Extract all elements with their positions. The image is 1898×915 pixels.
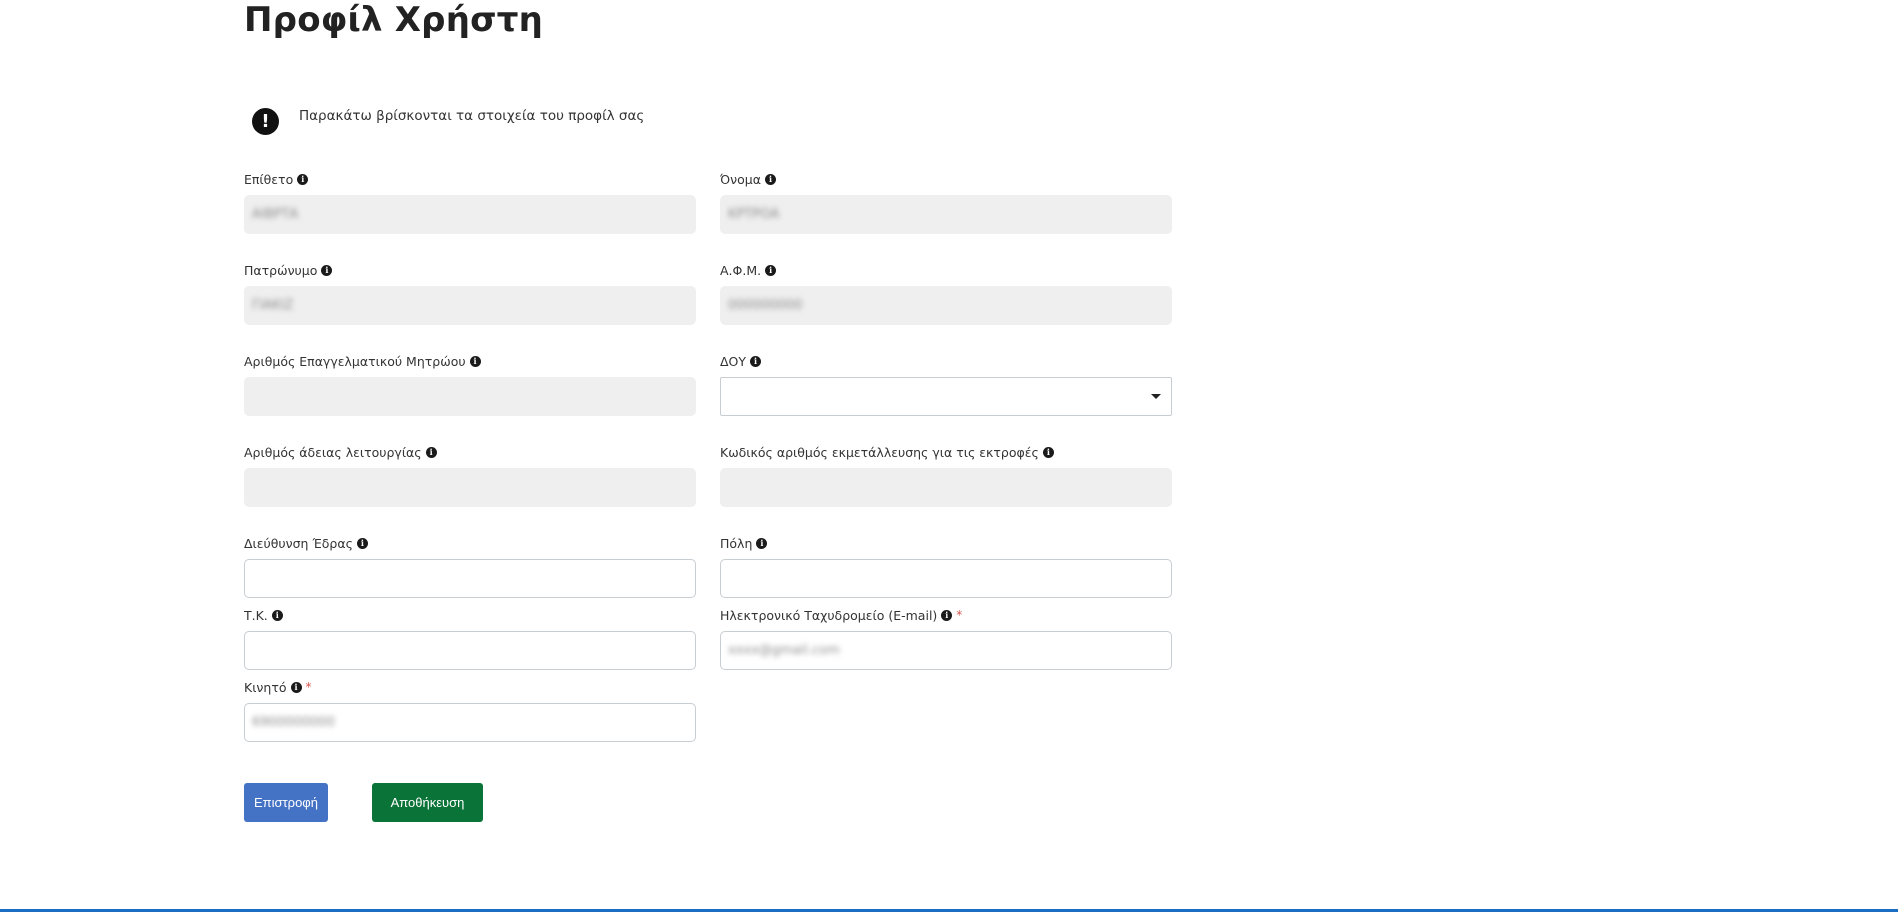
vat-number-field: Α.Φ.Μ. i 000000000	[720, 262, 1172, 325]
info-icon[interactable]: i	[764, 173, 776, 185]
address-label: Διεύθυνση Έδρας	[244, 535, 353, 551]
first-name-value: ΚΡΤΡΟΑ	[728, 207, 780, 222]
info-icon[interactable]: i	[290, 681, 302, 693]
info-icon[interactable]: i	[941, 609, 953, 621]
address-input[interactable]	[244, 559, 696, 598]
last-name-input[interactable]: ΑΙΒΡΤΑ	[244, 195, 696, 234]
fathers-name-value: ΓΙΑΚΙΖ	[252, 298, 294, 313]
info-icon[interactable]: i	[1042, 446, 1054, 458]
city-input[interactable]	[720, 559, 1172, 598]
operating-license-label: Αριθμός άδειας λειτουργίας	[244, 444, 422, 460]
save-button[interactable]: Αποθήκευση	[372, 783, 483, 822]
info-icon[interactable]: i	[297, 173, 309, 185]
city-field: Πόλη i	[720, 535, 1172, 598]
vat-number-value: 000000000	[728, 298, 803, 313]
operating-license-field: Αριθμός άδειας λειτουργίας i	[244, 444, 696, 507]
page-title: Προφίλ Χρήστη	[244, 0, 544, 40]
city-label: Πόλη	[720, 535, 753, 551]
professional-registry-input[interactable]	[244, 377, 696, 416]
exclamation-circle-icon: !	[252, 107, 279, 135]
exploitation-code-field: Κωδικός αριθμός εκμετάλλευσης για τις εκ…	[720, 444, 1172, 507]
info-icon[interactable]: i	[756, 537, 768, 549]
mobile-field: Κινητό i * 6900000000	[244, 679, 696, 742]
email-value: xxxx@gmail.com	[728, 643, 840, 658]
email-label: Ηλεκτρονικό Ταχυδρομείο (E-mail)	[720, 607, 938, 623]
tax-office-select[interactable]	[720, 377, 1172, 416]
exploitation-code-input[interactable]	[720, 468, 1172, 507]
required-marker: *	[305, 680, 312, 694]
last-name-label: Επίθετο	[244, 171, 294, 187]
postal-code-field: Τ.Κ. i	[244, 607, 696, 670]
email-input[interactable]: xxxx@gmail.com	[720, 631, 1172, 670]
postal-code-label: Τ.Κ.	[244, 607, 268, 623]
profile-notice: ! Παρακάτω βρίσκονται τα στοιχεία του πρ…	[252, 107, 644, 135]
mobile-label: Κινητό	[244, 679, 287, 695]
professional-registry-field: Αριθμός Επαγγελματικού Μητρώου i	[244, 353, 696, 416]
postal-code-input[interactable]	[244, 631, 696, 670]
info-icon[interactable]: i	[765, 264, 777, 276]
address-field: Διεύθυνση Έδρας i	[244, 535, 696, 598]
back-button[interactable]: Επιστροφή	[244, 783, 328, 822]
first-name-field: Όνομα i ΚΡΤΡΟΑ	[720, 171, 1172, 234]
first-name-label: Όνομα	[720, 171, 761, 187]
notice-text: Παρακάτω βρίσκονται τα στοιχεία του προφ…	[299, 108, 645, 124]
first-name-input[interactable]: ΚΡΤΡΟΑ	[720, 195, 1172, 234]
email-field: Ηλεκτρονικό Ταχυδρομείο (E-mail) i * xxxx@…	[720, 607, 1172, 670]
bottom-divider	[0, 909, 1898, 912]
fathers-name-field: Πατρώνυμο i ΓΙΑΚΙΖ	[244, 262, 696, 325]
mobile-value: 6900000000	[252, 715, 335, 730]
fathers-name-input[interactable]: ΓΙΑΚΙΖ	[244, 286, 696, 325]
vat-number-input[interactable]: 000000000	[720, 286, 1172, 325]
required-marker: *	[956, 608, 963, 622]
info-icon[interactable]: i	[469, 355, 481, 367]
last-name-value: ΑΙΒΡΤΑ	[252, 207, 299, 222]
mobile-input[interactable]: 6900000000	[244, 703, 696, 742]
tax-office-label: ΔΟΥ	[720, 353, 747, 369]
vat-number-label: Α.Φ.Μ.	[720, 262, 762, 278]
last-name-field: Επίθετο i ΑΙΒΡΤΑ	[244, 171, 696, 234]
professional-registry-label: Αριθμός Επαγγελματικού Μητρώου	[244, 353, 466, 369]
operating-license-input[interactable]	[244, 468, 696, 507]
info-icon[interactable]: i	[425, 446, 437, 458]
info-icon[interactable]: i	[321, 264, 333, 276]
caret-down-icon	[1151, 394, 1161, 399]
exploitation-code-label: Κωδικός αριθμός εκμετάλλευσης για τις εκ…	[720, 444, 1039, 460]
info-icon[interactable]: i	[271, 609, 283, 621]
info-icon[interactable]: i	[750, 355, 762, 367]
fathers-name-label: Πατρώνυμο	[244, 262, 318, 278]
info-icon[interactable]: i	[356, 537, 368, 549]
tax-office-field: ΔΟΥ i	[720, 353, 1172, 416]
